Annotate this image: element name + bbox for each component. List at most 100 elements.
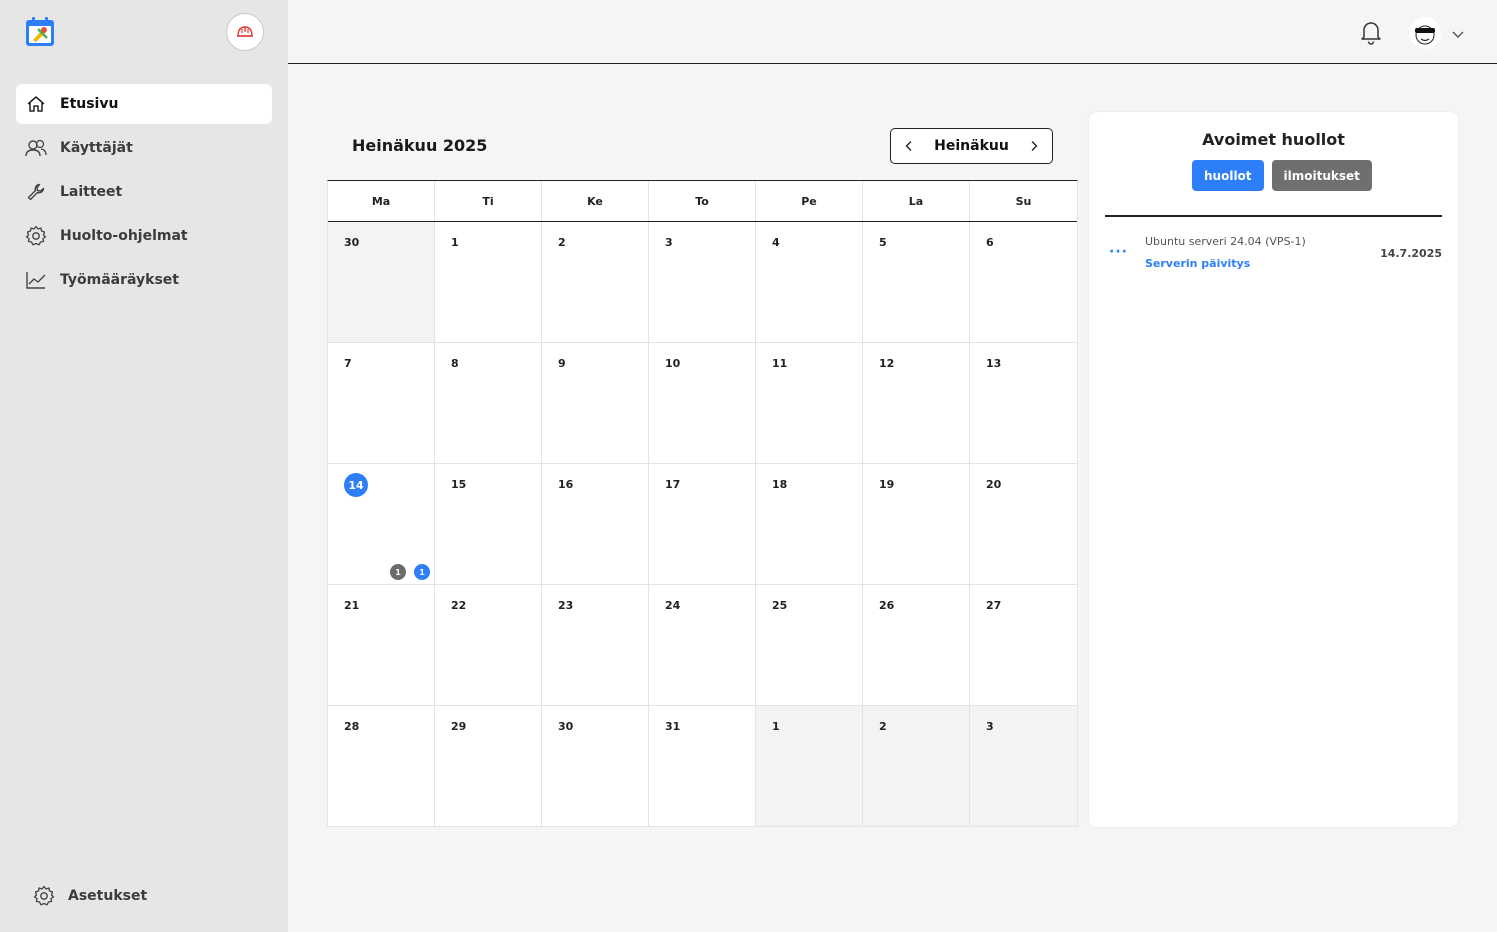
chevron-left-icon[interactable]	[901, 138, 917, 154]
maintenance-task-link[interactable]: Serverin päivitys	[1145, 257, 1250, 270]
sidebar-item-kayttajat[interactable]: Käyttäjät	[16, 128, 272, 168]
calendar-day[interactable]: 18	[756, 464, 863, 585]
month-navigator: Heinäkuu	[890, 128, 1053, 164]
weekday-header: Ma Ti Ke To Pe La Su	[328, 181, 1077, 222]
calendar-day[interactable]: 3	[649, 222, 756, 343]
day-number: 1	[451, 236, 459, 249]
day-number: 10	[665, 357, 681, 370]
day-number: 13	[986, 357, 1002, 370]
day-number: 17	[665, 478, 681, 491]
calendar-day[interactable]: 7	[328, 343, 435, 464]
weekday-label: Ke	[542, 181, 649, 221]
calendar-day[interactable]: 2	[863, 706, 970, 827]
day-number: 15	[451, 478, 467, 491]
calendar-day[interactable]: 5	[863, 222, 970, 343]
calendar-day[interactable]: 23	[542, 585, 649, 706]
calendar-day[interactable]: 30	[328, 222, 435, 343]
calendar-day[interactable]: 2	[542, 222, 649, 343]
sidebar-item-huolto-ohjelmat[interactable]: Huolto-ohjelmat	[16, 216, 272, 256]
day-number: 30	[344, 236, 360, 249]
calendar-day[interactable]: 1	[756, 706, 863, 827]
calendar-day[interactable]: 20	[970, 464, 1077, 585]
day-number: 2	[879, 720, 887, 733]
sidebar-item-tyomaaraykset[interactable]: Työmääräykset	[16, 260, 272, 300]
day-number: 1	[772, 720, 780, 733]
calendar-day[interactable]: 24	[649, 585, 756, 706]
users-icon	[25, 137, 47, 159]
calendar-day[interactable]: 22	[435, 585, 542, 706]
day-number: 3	[665, 236, 673, 249]
open-maintenance-panel: Avoimet huollot huollot ilmoitukset ··· …	[1089, 112, 1458, 827]
tab-ilmoitukset[interactable]: ilmoitukset	[1271, 160, 1372, 191]
sidebar-item-label: Käyttäjät	[60, 140, 133, 156]
calendar-day[interactable]: 6	[970, 222, 1077, 343]
day-number: 21	[344, 599, 360, 612]
settings-label: Asetukset	[68, 888, 148, 904]
panel-title: Avoimet huollot	[1202, 130, 1345, 149]
maintenance-device: Ubuntu serveri 24.04 (VPS-1)	[1145, 235, 1306, 248]
calendar-day[interactable]: 1	[435, 222, 542, 343]
calendar-day[interactable]: 10	[649, 343, 756, 464]
avatar-face-icon	[1415, 25, 1435, 45]
tab-huollot[interactable]: huollot	[1192, 160, 1264, 191]
day-number: 26	[879, 599, 895, 612]
day-number: 8	[451, 357, 459, 370]
count-badge-blue[interactable]: 1	[414, 564, 430, 580]
day-number: 6	[986, 236, 994, 249]
calendar-day[interactable]: 11	[756, 343, 863, 464]
calendar-day[interactable]: 30	[542, 706, 649, 827]
divider	[1105, 215, 1442, 217]
sidebar-item-laitteet[interactable]: Laitteet	[16, 172, 272, 212]
sidebar-item-etusivu[interactable]: Etusivu	[16, 84, 272, 124]
calendar-day[interactable]: 26	[863, 585, 970, 706]
calendar-day[interactable]: 12	[863, 343, 970, 464]
chart-line-icon	[25, 269, 47, 291]
count-badge-gray[interactable]: 1	[390, 564, 406, 580]
calendar-day[interactable]: 4	[756, 222, 863, 343]
day-number: 30	[558, 720, 574, 733]
topbar	[288, 0, 1497, 64]
day-number: 29	[451, 720, 467, 733]
calendar-title: Heinäkuu 2025	[352, 136, 488, 155]
alert-helmet-button[interactable]	[226, 13, 264, 51]
day-number: 20	[986, 478, 1002, 491]
day-number: 18	[772, 478, 788, 491]
calendar-day[interactable]: 9	[542, 343, 649, 464]
calendar-day[interactable]: 8	[435, 343, 542, 464]
sidebar: Etusivu Käyttäjät Laitteet Huolto-ohjelm…	[0, 0, 288, 932]
app-logo-icon[interactable]	[24, 16, 56, 48]
calendar-day[interactable]: 13	[970, 343, 1077, 464]
calendar-day[interactable]: 3	[970, 706, 1077, 827]
notifications-bell-icon[interactable]	[1357, 18, 1385, 46]
chevron-right-icon[interactable]	[1026, 138, 1042, 154]
maintenance-item[interactable]: ··· Ubuntu serveri 24.04 (VPS-1) Serveri…	[1105, 232, 1442, 276]
day-number: 14	[344, 473, 368, 497]
sidebar-item-label: Työmääräykset	[60, 272, 179, 288]
chevron-down-icon[interactable]	[1451, 26, 1465, 40]
calendar-day[interactable]: 17	[649, 464, 756, 585]
calendar-day[interactable]: 25	[756, 585, 863, 706]
day-number: 3	[986, 720, 994, 733]
day-number: 27	[986, 599, 1002, 612]
calendar-day[interactable]: 16	[542, 464, 649, 585]
calendar-day[interactable]: 28	[328, 706, 435, 827]
calendar-day[interactable]: 27	[970, 585, 1077, 706]
more-dots-icon[interactable]: ···	[1109, 244, 1128, 260]
calendar-day[interactable]: 21	[328, 585, 435, 706]
sidebar-item-label: Huolto-ohjelmat	[60, 228, 188, 244]
wrench-icon	[25, 181, 47, 203]
calendar-day[interactable]: 19	[863, 464, 970, 585]
calendar-day[interactable]: 31	[649, 706, 756, 827]
day-number: 25	[772, 599, 788, 612]
calendar-day-today[interactable]: 14 1 1	[328, 464, 435, 585]
day-number: 16	[558, 478, 574, 491]
month-label[interactable]: Heinäkuu	[934, 138, 1009, 154]
day-number: 31	[665, 720, 681, 733]
panel-tabs: huollot ilmoitukset	[1192, 160, 1372, 191]
user-avatar[interactable]	[1409, 17, 1441, 49]
weekday-label: To	[649, 181, 756, 221]
calendar-day[interactable]: 29	[435, 706, 542, 827]
calendar-day[interactable]: 15	[435, 464, 542, 585]
sidebar-item-asetukset[interactable]: Asetukset	[32, 884, 147, 908]
weekday-label: Su	[1015, 194, 1032, 208]
